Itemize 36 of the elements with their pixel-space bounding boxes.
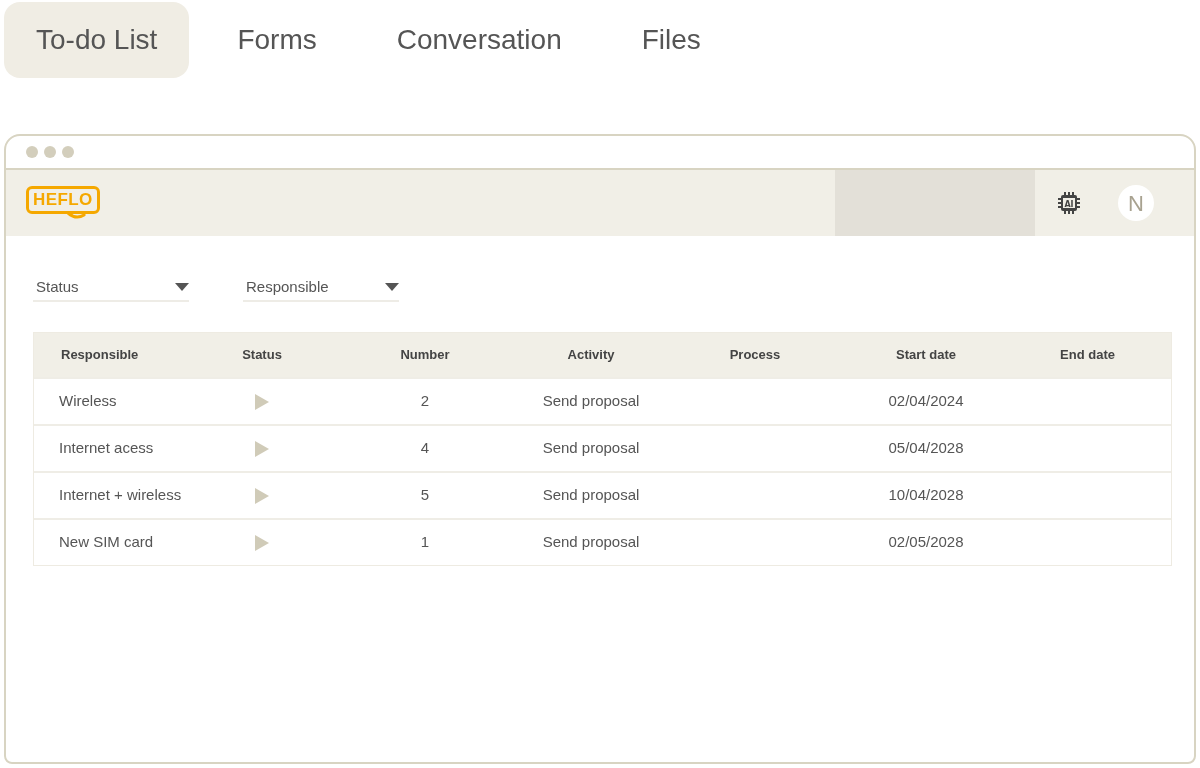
tab[interactable]: Files xyxy=(609,1,733,78)
column-header: Activity xyxy=(566,346,616,365)
table-cell-text: 05/04/2028 xyxy=(887,438,965,459)
table-cell-text: 2 xyxy=(419,391,431,412)
tab[interactable]: Forms xyxy=(205,1,349,78)
tab[interactable]: To-do List xyxy=(4,1,190,78)
table-cell-text: Wireless xyxy=(58,391,118,412)
table-cell-text: 02/05/2028 xyxy=(887,532,965,553)
filter-dropdown[interactable]: Responsible xyxy=(243,274,399,302)
logo: HEFLO xyxy=(26,185,100,221)
table-cell-text: 1 xyxy=(419,532,431,553)
column-header: Responsible xyxy=(60,346,140,365)
filter-dropdown[interactable]: Status xyxy=(33,274,189,302)
play-icon[interactable] xyxy=(255,534,269,551)
table-cell-text: Send proposal xyxy=(541,485,641,506)
caret-icon xyxy=(175,283,189,291)
column-header: Start date xyxy=(895,346,957,365)
table-cell-text: Send proposal xyxy=(541,391,641,412)
column-header: Process xyxy=(728,346,782,365)
play-icon[interactable] xyxy=(255,487,269,504)
table-cell-text: Send proposal xyxy=(541,438,641,459)
tab[interactable]: Conversation xyxy=(364,1,594,78)
table-cell-text: 02/04/2024 xyxy=(887,391,965,412)
table-cell-text: 10/04/2028 xyxy=(887,485,965,506)
column-header: Status xyxy=(241,346,283,365)
play-icon[interactable] xyxy=(255,393,269,410)
play-icon[interactable] xyxy=(255,440,269,457)
table-cell-text: New SIM card xyxy=(58,532,155,553)
table-cell-text: Send proposal xyxy=(541,532,641,553)
table-cell-text: 5 xyxy=(419,485,431,506)
table-cell-text: Internet acess xyxy=(58,438,155,459)
column-header: End date xyxy=(1059,346,1116,365)
table-cell-text: Internet + wireless xyxy=(58,485,183,506)
column-header: Number xyxy=(399,346,451,365)
table-cell-text: 4 xyxy=(419,438,431,459)
caret-icon xyxy=(385,283,399,291)
